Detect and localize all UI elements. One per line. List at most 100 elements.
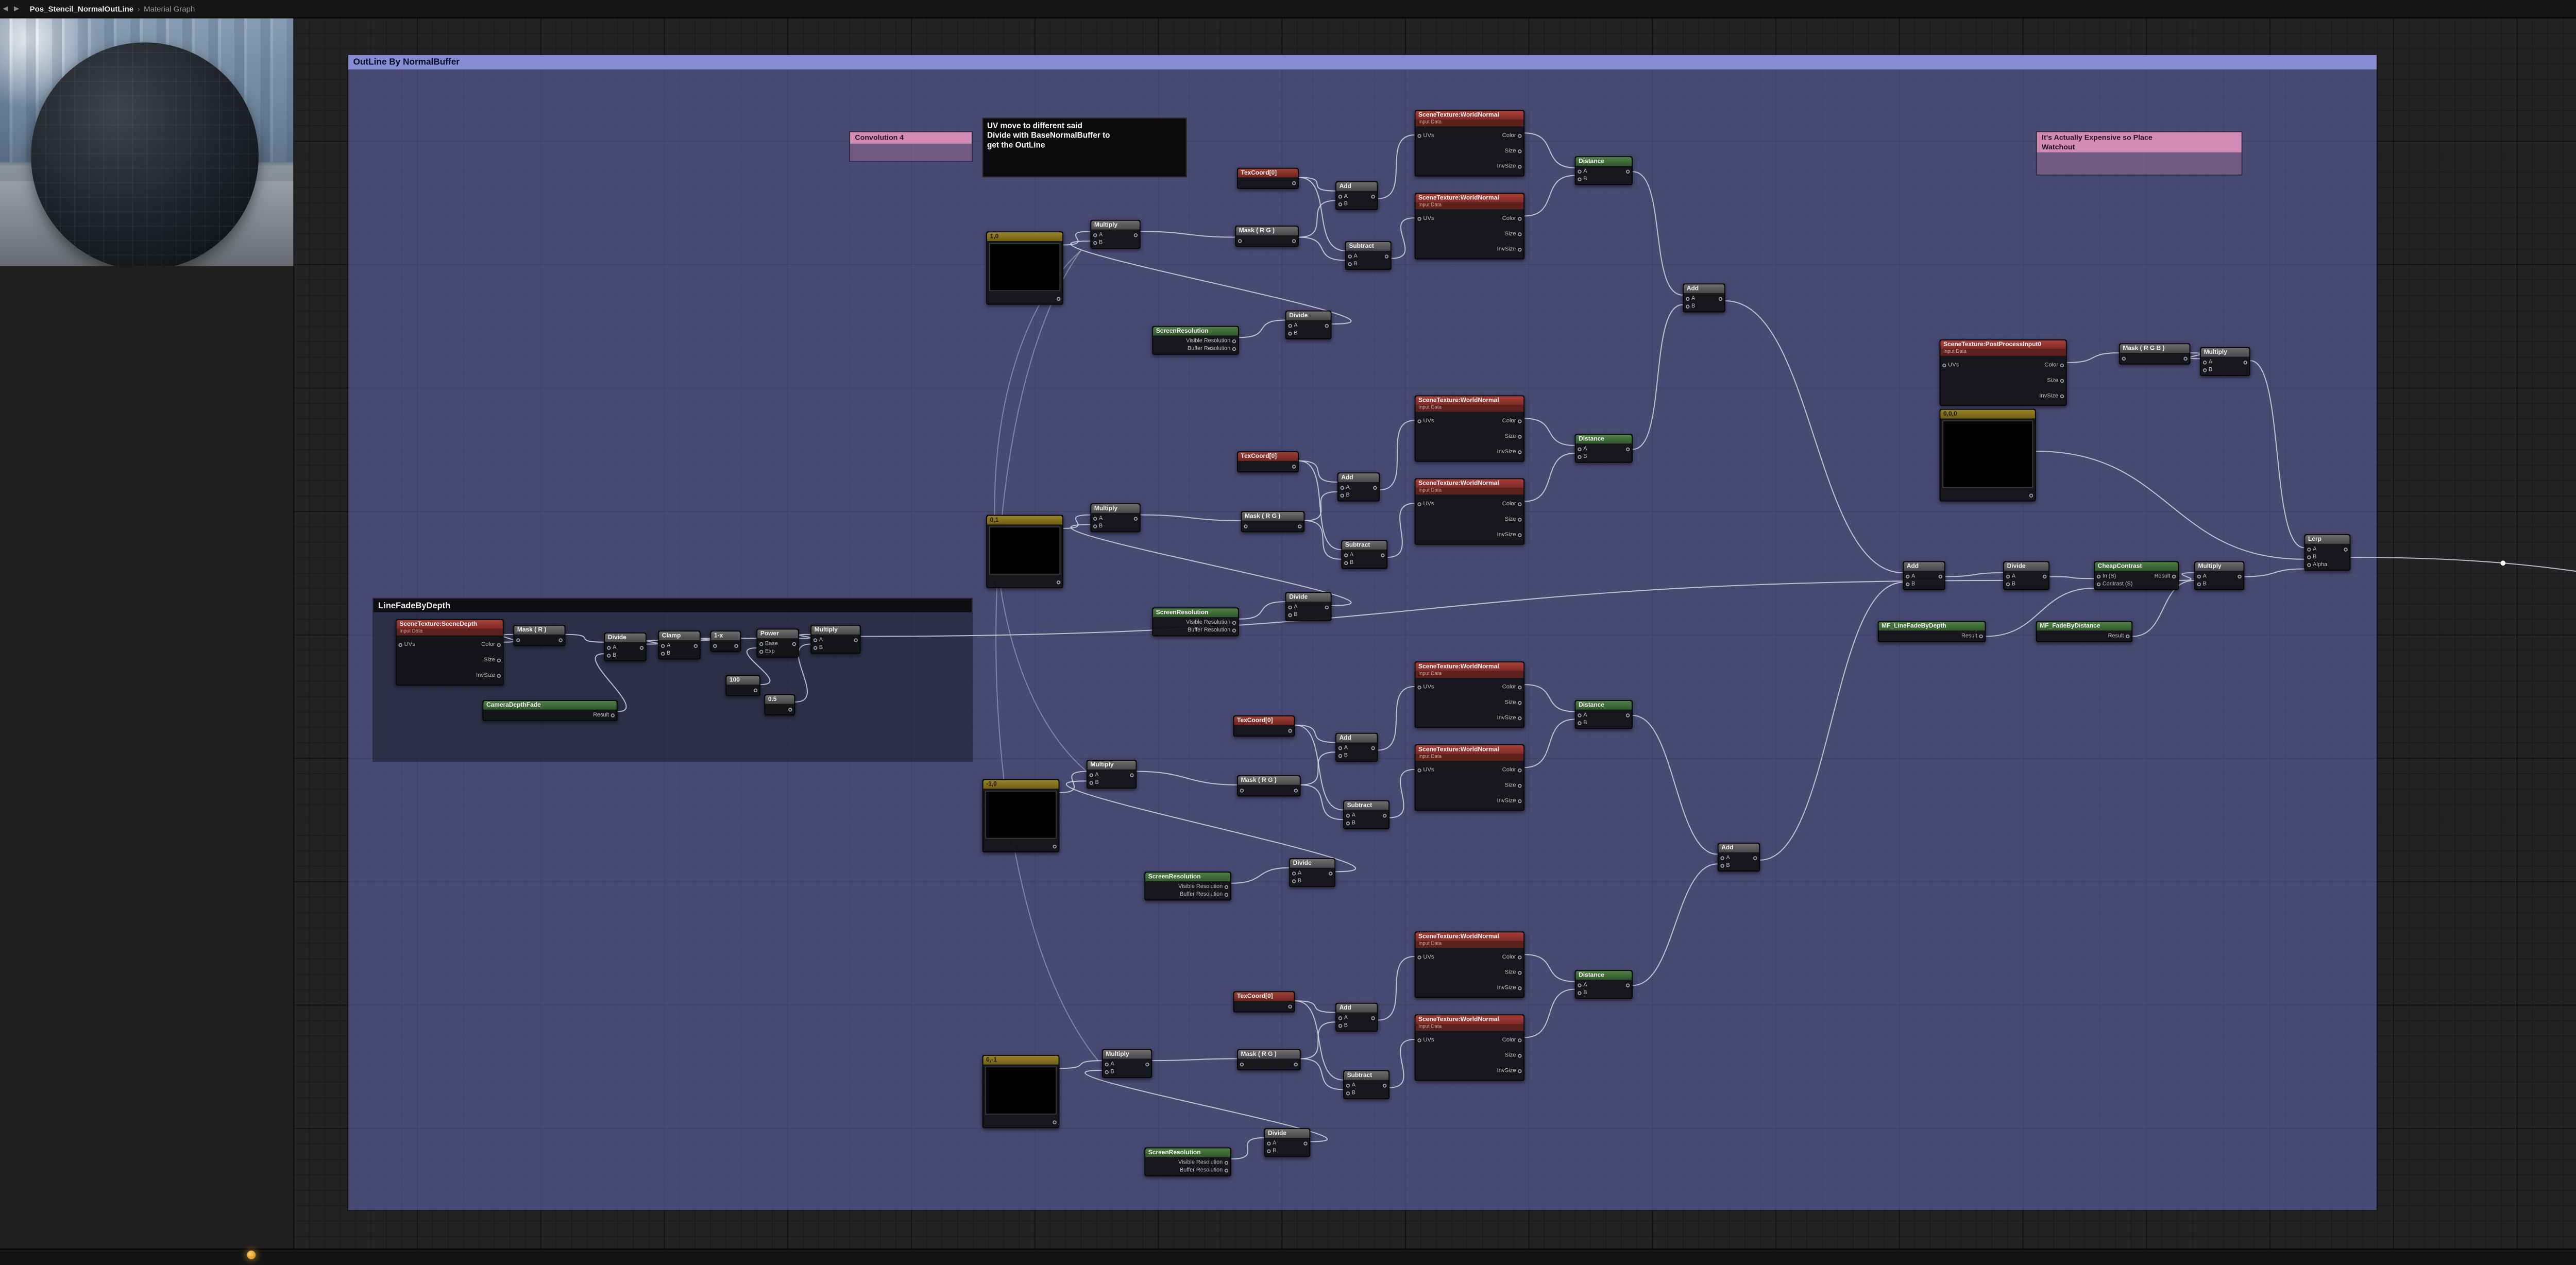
input-pin[interactable] (2097, 574, 2101, 578)
output-pin[interactable] (2183, 356, 2188, 361)
output-pin[interactable] (1625, 983, 1630, 987)
input-pin[interactable] (1720, 864, 1724, 868)
output-pin[interactable] (1979, 634, 1983, 638)
output-pin[interactable] (1382, 1084, 1386, 1088)
input-pin[interactable] (2307, 555, 2311, 559)
output-pin[interactable] (1294, 789, 1298, 793)
input-pin[interactable] (1238, 239, 1242, 243)
node-mlf[interactable]: MultiplyAB (810, 625, 860, 654)
input-pin[interactable] (1906, 574, 1910, 578)
node-ds3[interactable]: DistanceAB (1575, 700, 1633, 729)
node-s3[interactable]: SubtractAB (1343, 800, 1389, 830)
output-pin[interactable] (788, 707, 792, 711)
output-pin[interactable] (1133, 233, 1138, 237)
node-st2a[interactable]: SceneTexture:WorldNormalInput DataUVsCol… (1415, 396, 1525, 463)
output-pin[interactable] (1517, 799, 1521, 803)
input-pin[interactable] (1417, 1038, 1421, 1042)
output-pin[interactable] (1371, 195, 1375, 199)
input-pin[interactable] (2006, 582, 2010, 586)
output-pin[interactable] (1382, 813, 1386, 817)
input-pin[interactable] (1338, 754, 1343, 758)
output-pin[interactable] (1224, 1168, 1228, 1172)
output-pin[interactable] (1517, 716, 1521, 720)
input-pin[interactable] (516, 638, 520, 642)
node-st4b[interactable]: SceneTexture:WorldNormalInput DataUVsCol… (1415, 1014, 1525, 1081)
input-pin[interactable] (1578, 991, 1582, 995)
input-pin[interactable] (1338, 746, 1343, 750)
input-pin[interactable] (1267, 1149, 1271, 1153)
output-pin[interactable] (1297, 524, 1301, 528)
output-pin[interactable] (2172, 574, 2176, 578)
input-pin[interactable] (1578, 169, 1582, 174)
input-pin[interactable] (1348, 254, 1352, 259)
input-pin[interactable] (2197, 582, 2201, 586)
output-pin[interactable] (1053, 844, 1057, 848)
node-ds4[interactable]: DistanceAB (1575, 970, 1633, 999)
input-pin[interactable] (607, 646, 611, 650)
output-pin[interactable] (1517, 1054, 1521, 1058)
node-k3[interactable]: Mask ( R G ) (1237, 775, 1301, 797)
input-pin[interactable] (1338, 195, 1343, 199)
node-cl1[interactable]: 100 (725, 675, 760, 696)
node-dlf[interactable]: DivideAB (604, 632, 646, 662)
node-st3a[interactable]: SceneTexture:WorldNormalInput DataUVsCol… (1415, 661, 1525, 728)
node-kr[interactable]: Mask ( R ) (513, 625, 565, 646)
output-pin[interactable] (2042, 574, 2046, 578)
output-pin[interactable] (2243, 361, 2247, 365)
input-pin[interactable] (1417, 685, 1421, 689)
output-pin[interactable] (693, 644, 698, 648)
output-pin[interactable] (1517, 502, 1521, 506)
output-pin[interactable] (1625, 447, 1630, 451)
output-pin[interactable] (1517, 533, 1521, 537)
node-k1[interactable]: Mask ( R G ) (1235, 226, 1299, 247)
output-pin[interactable] (1294, 1062, 1298, 1066)
breadcrumb-asset-name[interactable]: Pos_Stencil_NormalOutLine (30, 4, 134, 13)
input-pin[interactable] (1240, 789, 1244, 793)
output-pin[interactable] (1517, 971, 1521, 975)
output-pin[interactable] (1625, 169, 1630, 174)
output-pin[interactable] (1517, 700, 1521, 705)
input-pin[interactable] (661, 644, 665, 648)
output-pin[interactable] (497, 658, 501, 662)
output-pin[interactable] (1053, 1120, 1057, 1124)
output-pin[interactable] (558, 638, 563, 642)
input-pin[interactable] (1292, 879, 1296, 883)
node-std[interactable]: SceneTexture:SceneDepthInput DataUVsColo… (396, 619, 504, 686)
input-pin[interactable] (1578, 983, 1582, 987)
output-pin[interactable] (1517, 955, 1521, 960)
output-pin[interactable] (1303, 1141, 1308, 1146)
input-pin[interactable] (1240, 1062, 1244, 1066)
output-pin[interactable] (1224, 885, 1228, 889)
node-tc3[interactable]: TexCoord[0] (1233, 715, 1295, 737)
output-pin[interactable] (1224, 1160, 1228, 1165)
output-pin[interactable] (1517, 134, 1521, 138)
output-pin[interactable] (1517, 986, 1521, 990)
output-pin[interactable] (854, 638, 858, 642)
input-pin[interactable] (2097, 582, 2101, 586)
input-pin[interactable] (1344, 553, 1348, 557)
node-d4[interactable]: DivideAB (1264, 1128, 1310, 1157)
output-pin[interactable] (2060, 379, 2064, 383)
input-pin[interactable] (1090, 781, 1094, 785)
input-pin[interactable] (1338, 1016, 1343, 1020)
input-pin[interactable] (1338, 1023, 1343, 1028)
input-pin[interactable] (1093, 524, 1097, 528)
output-pin[interactable] (2344, 548, 2348, 552)
input-pin[interactable] (1288, 605, 1292, 609)
output-pin[interactable] (1517, 217, 1521, 221)
output-pin[interactable] (1517, 248, 1521, 252)
output-pin[interactable] (1371, 1016, 1375, 1020)
output-pin[interactable] (1517, 450, 1521, 454)
output-pin[interactable] (1133, 517, 1138, 521)
output-pin[interactable] (1517, 518, 1521, 522)
input-pin[interactable] (713, 644, 717, 648)
input-pin[interactable] (759, 649, 764, 654)
node-st4a[interactable]: SceneTexture:WorldNormalInput DataUVsCol… (1415, 931, 1525, 998)
input-pin[interactable] (1340, 486, 1344, 490)
input-pin[interactable] (1348, 262, 1352, 266)
input-pin[interactable] (1105, 1070, 1109, 1074)
node-a3[interactable]: AddAB (1335, 733, 1378, 762)
input-pin[interactable] (1417, 419, 1421, 423)
input-pin[interactable] (1578, 177, 1582, 181)
output-pin[interactable] (1517, 1069, 1521, 1073)
